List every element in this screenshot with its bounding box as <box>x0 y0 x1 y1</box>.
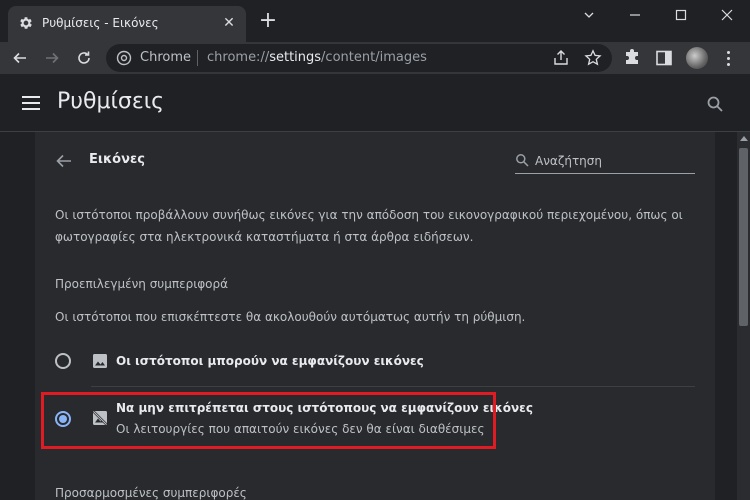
back-arrow-icon[interactable] <box>8 46 32 70</box>
option-block-label: Να μην επιτρέπεται στους ιστότοπους να ε… <box>116 401 533 415</box>
omnibox-url[interactable]: chrome://settings/content/images <box>207 50 427 65</box>
image-icon <box>93 354 107 368</box>
default-behavior-heading: Προεπιλεγμένη συμπεριφορά <box>55 277 229 291</box>
side-panel-icon[interactable] <box>654 48 674 68</box>
avatar[interactable] <box>686 47 708 69</box>
search-icon <box>516 154 529 167</box>
url-prefix: chrome:// <box>207 50 270 65</box>
share-icon[interactable] <box>552 49 570 67</box>
title-bar: Ρυθμίσεις - Εικόνες ✕ + <box>0 0 750 42</box>
omnibox-chip: Chrome <box>140 50 191 65</box>
back-arrow-icon[interactable] <box>55 152 73 170</box>
settings-page: Εικόνες Οι ιστότοποι προβάλλουν συνήθως … <box>0 132 737 500</box>
chrome-icon <box>116 50 132 66</box>
radio-allow-images[interactable] <box>55 353 71 369</box>
scrollbar[interactable] <box>737 132 750 500</box>
menu-icon[interactable] <box>718 48 738 68</box>
url-path: /content/images <box>321 50 427 65</box>
scroll-thumb[interactable] <box>739 148 748 326</box>
gear-icon <box>20 17 32 29</box>
reload-icon[interactable] <box>72 46 96 70</box>
browser-tab[interactable]: Ρυθμίσεις - Εικόνες ✕ <box>8 6 246 42</box>
star-icon[interactable] <box>584 49 602 67</box>
minimize-icon[interactable] <box>612 0 658 30</box>
custom-behaviors-heading: Προσαρμοσμένες συμπεριφορές <box>55 486 247 500</box>
divider <box>91 386 695 387</box>
tab-title: Ρυθμίσεις - Εικόνες <box>42 16 159 30</box>
forward-arrow-icon[interactable] <box>40 46 64 70</box>
extensions-icon[interactable] <box>622 48 642 68</box>
hamburger-menu-icon[interactable] <box>22 96 40 110</box>
image-off-icon <box>92 410 108 426</box>
option-allow-label: Οι ιστότοποι μπορούν να εμφανίζουν εικόν… <box>116 354 424 368</box>
settings-card: Εικόνες Οι ιστότοποι προβάλλουν συνήθως … <box>35 132 715 500</box>
scroll-up-arrow-icon[interactable] <box>740 136 748 141</box>
chevron-down-icon[interactable] <box>566 0 612 30</box>
radio-block-images[interactable] <box>55 411 71 427</box>
omnibox-separator <box>197 50 198 66</box>
tab-close-icon[interactable]: ✕ <box>220 14 238 32</box>
section-title: Εικόνες <box>89 152 145 167</box>
settings-header: Ρυθμίσεις <box>0 74 750 132</box>
section-description: Οι ιστότοποι προβάλλουν συνήθως εικόνες … <box>55 208 683 244</box>
new-tab-icon[interactable]: + <box>256 10 280 34</box>
search-icon[interactable] <box>706 95 724 113</box>
page-title: Ρυθμίσεις <box>57 89 165 114</box>
url-host: settings <box>269 50 322 65</box>
search-field <box>515 150 695 174</box>
maximize-icon[interactable] <box>658 0 704 30</box>
browser-toolbar: Chrome chrome://settings/content/images <box>0 42 750 74</box>
search-input[interactable] <box>535 150 695 172</box>
option-block-sublabel: Οι λειτουργίες που απαιτούν εικόνες δεν … <box>116 422 485 436</box>
address-bar[interactable]: Chrome chrome://settings/content/images <box>106 44 612 72</box>
close-window-icon[interactable] <box>704 0 750 30</box>
default-behavior-description: Οι ιστότοποι που επισκέπτεστε θα ακολουθ… <box>55 310 526 324</box>
